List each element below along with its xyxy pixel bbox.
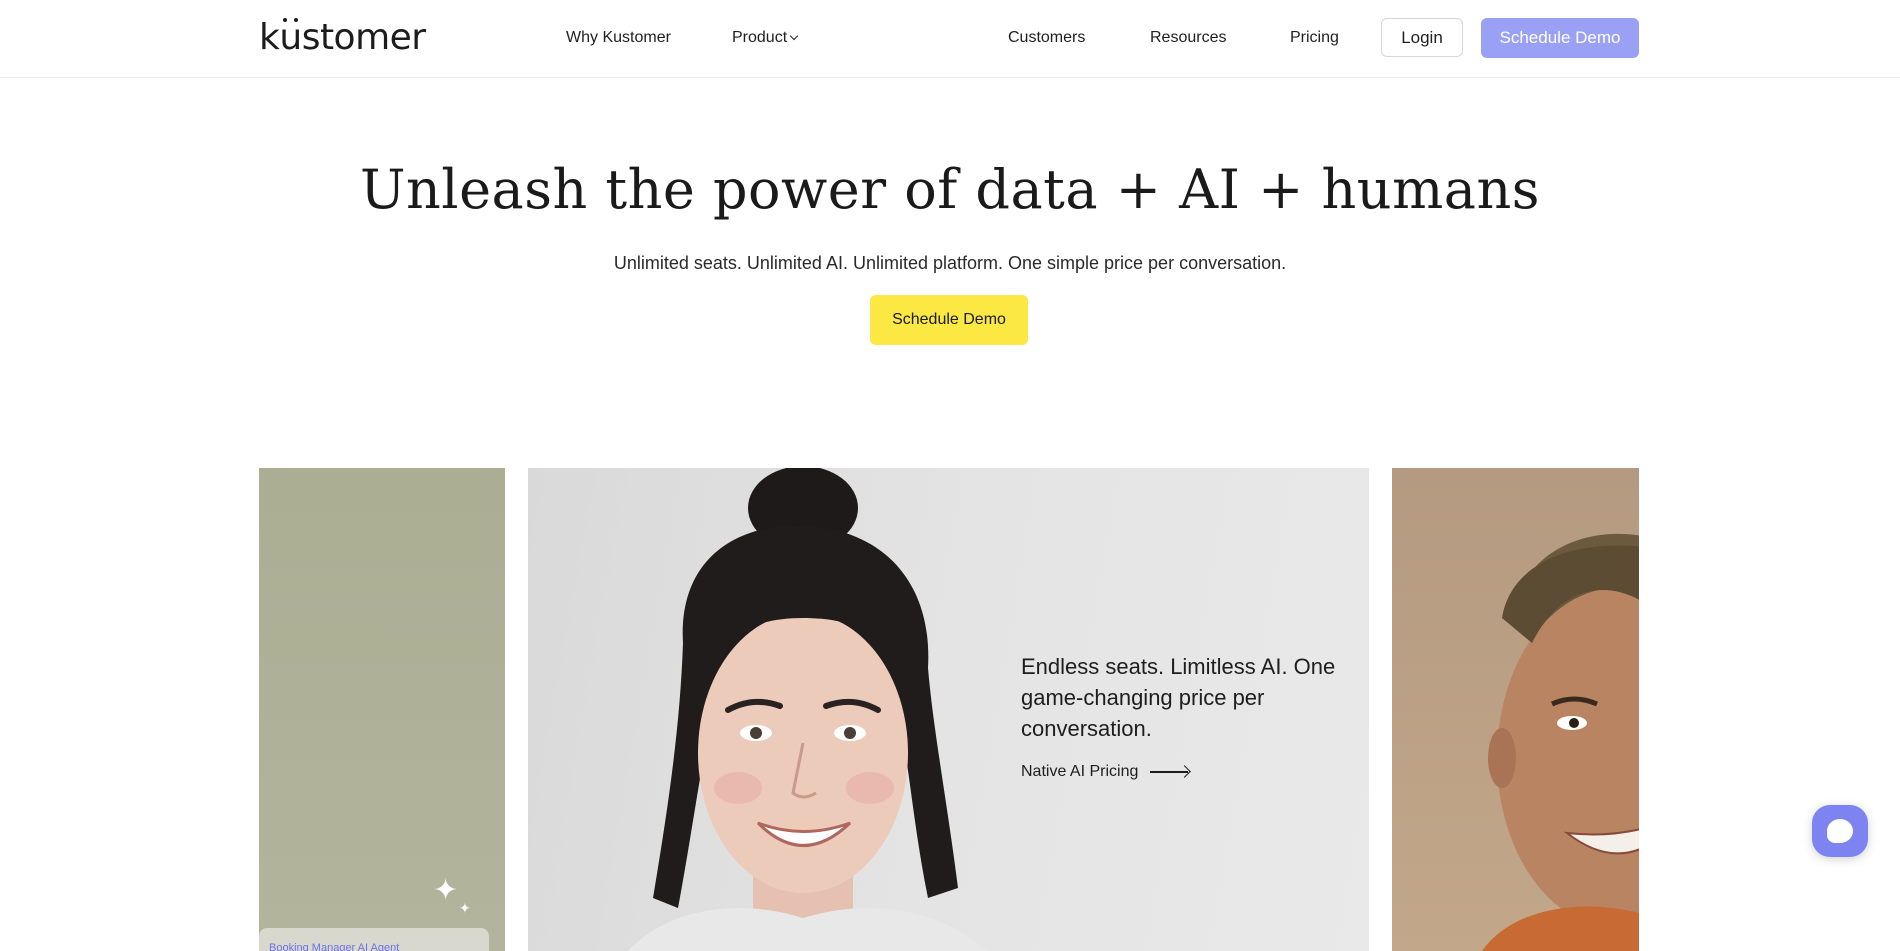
sparkle-small-icon: ✦ (459, 900, 471, 916)
nav-link-customers[interactable]: Customers (1008, 29, 1085, 47)
native-ai-pricing-label: Native AI Pricing (1021, 763, 1139, 780)
ai-agent-panel-label: Booking Manager AI Agent (269, 942, 400, 951)
sparkle-icon: ✦ (433, 874, 459, 907)
nav-link-resources[interactable]: Resources (1150, 29, 1226, 47)
login-button[interactable]: Login (1381, 18, 1463, 57)
kustomer-logo[interactable]: kustomer (259, 18, 426, 56)
carousel-card-left[interactable]: ✦ ✦ Booking Manager AI Agent (259, 468, 505, 951)
hero-title: Unleash the power of data + AI + humans (360, 158, 1540, 221)
carousel-card-right[interactable] (1392, 468, 1639, 951)
nav-link-pricing[interactable]: Pricing (1290, 29, 1339, 47)
ai-agent-panel: Booking Manager AI Agent (259, 928, 489, 951)
arrow-right-icon (1150, 765, 1190, 779)
native-ai-pricing-link[interactable]: Native AI Pricing (1021, 763, 1190, 781)
chat-bubble-icon (1827, 819, 1853, 843)
woman-portrait-image (628, 468, 988, 951)
card-main-headline: Endless seats. Limitless AI. One game-ch… (1021, 654, 1336, 741)
chat-widget-button[interactable] (1812, 805, 1868, 857)
hero-schedule-demo-button[interactable]: Schedule Demo (870, 295, 1028, 345)
man-portrait-image (1482, 533, 1639, 951)
top-navigation: kustomer Why Kustomer Product Customers … (0, 0, 1900, 78)
nav-link-product[interactable]: Product (732, 29, 799, 47)
nav-link-why-kustomer[interactable]: Why Kustomer (566, 29, 671, 47)
carousel-card-main: Endless seats. Limitless AI. One game-ch… (528, 468, 1369, 951)
schedule-demo-nav-button[interactable]: Schedule Demo (1481, 18, 1639, 58)
nav-link-product-label: Product (732, 29, 788, 46)
hero-subtitle: Unlimited seats. Unlimited AI. Unlimited… (613, 253, 1287, 273)
chevron-down-icon (789, 31, 799, 41)
